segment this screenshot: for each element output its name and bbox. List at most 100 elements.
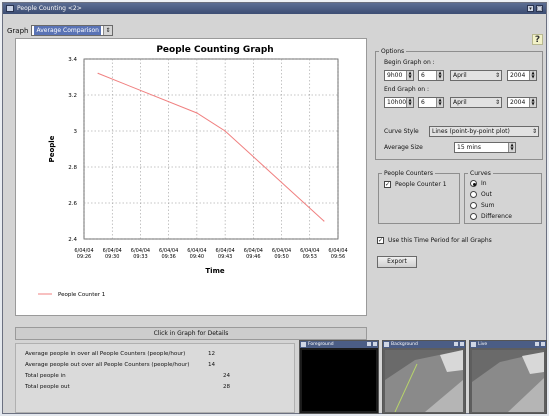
x-tick-label-time: 09:36 xyxy=(161,254,175,260)
end-day-value: 6 xyxy=(421,99,425,106)
spinner-arrows-icon[interactable]: ▲ ▼ xyxy=(529,98,536,107)
begin-year-value: 2004 xyxy=(510,72,526,79)
curve-in-label: In xyxy=(481,180,487,187)
y-tick-label: 2.6 xyxy=(68,201,77,207)
chevron-down-icon: ⇕ xyxy=(102,26,112,35)
average-size-spinner[interactable]: 15 mins ▲ ▼ xyxy=(454,142,516,153)
y-tick-label: 2.8 xyxy=(68,165,77,171)
thumbnail-titlebar[interactable]: Foreground xyxy=(300,341,378,348)
foreground-thumbnail-window[interactable]: Foreground xyxy=(299,340,379,414)
people-counting-chart[interactable]: People Counting Graph6/04/0409:266/04/04… xyxy=(16,39,368,317)
curves-legend: Curves xyxy=(470,170,491,177)
foreground-image xyxy=(302,350,376,411)
live-camera-image xyxy=(472,350,544,412)
spinner-arrows-icon[interactable]: ▲ ▼ xyxy=(436,71,443,80)
spinner-arrows-icon[interactable]: ▲ ▼ xyxy=(436,98,443,107)
x-tick-label-time: 09:46 xyxy=(246,254,260,260)
graph-label: Graph xyxy=(7,26,29,35)
curves-group: Curves In Out Sum Difference xyxy=(464,170,542,224)
curve-in-radio[interactable] xyxy=(470,180,477,187)
thumbnail-titlebar[interactable]: Background xyxy=(383,341,465,348)
curve-difference-label: Difference xyxy=(481,213,512,220)
series-point xyxy=(224,130,226,132)
curve-difference-radio[interactable] xyxy=(470,213,477,220)
thumbnail-titlebar[interactable]: Live xyxy=(470,341,546,348)
graph-type-dropdown[interactable]: Average Comparison ⇕ xyxy=(31,25,113,36)
stat-value-avg-in: 12 xyxy=(208,351,216,357)
x-tick-label-time: 09:43 xyxy=(218,254,232,260)
options-group: Options Begin Graph on : 9h00 ▲ ▼ 6 ▲ ▼ Apri… xyxy=(375,48,543,160)
x-tick-label-time: 09:30 xyxy=(105,254,119,260)
x-tick-label-time: 09:26 xyxy=(77,254,91,260)
stats-panel: Average people in over all People Counte… xyxy=(15,343,295,413)
close-icon[interactable] xyxy=(460,342,464,346)
options-legend: Options xyxy=(381,48,405,55)
click-graph-details-bar[interactable]: Click in Graph for Details xyxy=(15,327,367,340)
minimize-icon[interactable]: ▾ xyxy=(527,5,534,12)
app-icon xyxy=(6,5,14,12)
close-icon[interactable] xyxy=(541,342,545,346)
y-tick-label: 2.4 xyxy=(68,237,77,243)
begin-day-spinner[interactable]: 6 ▲ ▼ xyxy=(418,70,444,81)
begin-day-value: 6 xyxy=(421,72,425,79)
plot-area xyxy=(83,58,339,240)
window-icon xyxy=(301,342,306,347)
y-tick-label: 3 xyxy=(74,129,78,135)
minimize-icon[interactable] xyxy=(535,342,539,346)
window-icon xyxy=(384,342,389,347)
average-size-label: Average Size xyxy=(384,144,423,151)
begin-time-spinner[interactable]: 9h00 ▲ ▼ xyxy=(384,70,414,81)
minimize-icon[interactable] xyxy=(454,342,458,346)
end-time-spinner[interactable]: 10h00 ▲ ▼ xyxy=(384,97,414,108)
curve-sum-radio[interactable] xyxy=(470,202,477,209)
graph-panel[interactable]: People Counting Graph 6/04/04 09:26 6/04/04… xyxy=(15,38,367,316)
series-point xyxy=(323,220,325,222)
curve-style-label: Curve Style xyxy=(384,128,419,135)
y-tick-label: 3.4 xyxy=(68,57,77,63)
use-time-period-label: Use this Time Period for all Graphs xyxy=(388,237,492,244)
graph-selector: Graph Average Comparison ⇕ xyxy=(7,25,113,36)
people-counter-1-label: People Counter 1 xyxy=(395,181,447,188)
stat-value-avg-out: 14 xyxy=(208,362,216,368)
x-tick-label-time: 09:53 xyxy=(303,254,317,260)
live-thumbnail-window[interactable]: Live xyxy=(469,340,547,414)
chevron-down-icon: ⇕ xyxy=(494,99,500,106)
people-counter-1-checkbox[interactable]: ✓ xyxy=(384,181,391,188)
begin-month-dropdown[interactable]: April ⇕ xyxy=(450,70,502,81)
stat-label-avg-in: Average people in over all People Counte… xyxy=(25,351,186,357)
end-month-dropdown[interactable]: April ⇕ xyxy=(450,97,502,108)
curve-style-dropdown[interactable]: Lines (point-by-point plot) ⇕ xyxy=(429,126,539,137)
x-tick-label-time: 09:56 xyxy=(331,254,345,260)
maximize-icon[interactable]: □ xyxy=(536,5,543,12)
title-bar[interactable]: People Counting <2> ▾ □ xyxy=(3,3,546,14)
background-thumbnail-window[interactable]: Background xyxy=(382,340,466,414)
close-icon[interactable] xyxy=(373,342,377,346)
chevron-down-icon: ⇕ xyxy=(531,128,537,135)
series-point xyxy=(196,112,198,114)
series-point xyxy=(97,72,99,74)
curve-sum-label: Sum xyxy=(481,202,495,209)
begin-month-value: April xyxy=(453,72,467,79)
curve-out-radio[interactable] xyxy=(470,191,477,198)
end-graph-label: End Graph on : xyxy=(384,86,430,93)
spinner-arrows-icon[interactable]: ▲ ▼ xyxy=(529,71,536,80)
x-axis-label: Time xyxy=(205,267,224,275)
window-title: People Counting <2> xyxy=(17,5,82,12)
graph-type-value: Average Comparison xyxy=(34,26,101,35)
curve-out-label: Out xyxy=(481,191,492,198)
stat-value-total-in: 24 xyxy=(223,373,231,379)
average-size-value: 15 mins xyxy=(457,144,481,151)
end-year-spinner[interactable]: 2004 ▲ ▼ xyxy=(507,97,537,108)
use-time-period-checkbox[interactable]: ✓ xyxy=(377,237,384,244)
help-icon[interactable]: ? xyxy=(532,34,543,45)
export-button[interactable]: Export xyxy=(377,256,417,268)
end-day-spinner[interactable]: 6 ▲ ▼ xyxy=(418,97,444,108)
window-icon xyxy=(471,342,476,347)
spinner-arrows-icon[interactable]: ▲ ▼ xyxy=(406,98,413,107)
begin-year-spinner[interactable]: 2004 ▲ ▼ xyxy=(507,70,537,81)
spinner-arrows-icon[interactable]: ▲ ▼ xyxy=(508,143,515,152)
spinner-arrows-icon[interactable]: ▲ ▼ xyxy=(406,71,413,80)
y-axis-label: People xyxy=(48,135,56,162)
minimize-icon[interactable] xyxy=(367,342,371,346)
background-camera-image xyxy=(385,350,463,412)
